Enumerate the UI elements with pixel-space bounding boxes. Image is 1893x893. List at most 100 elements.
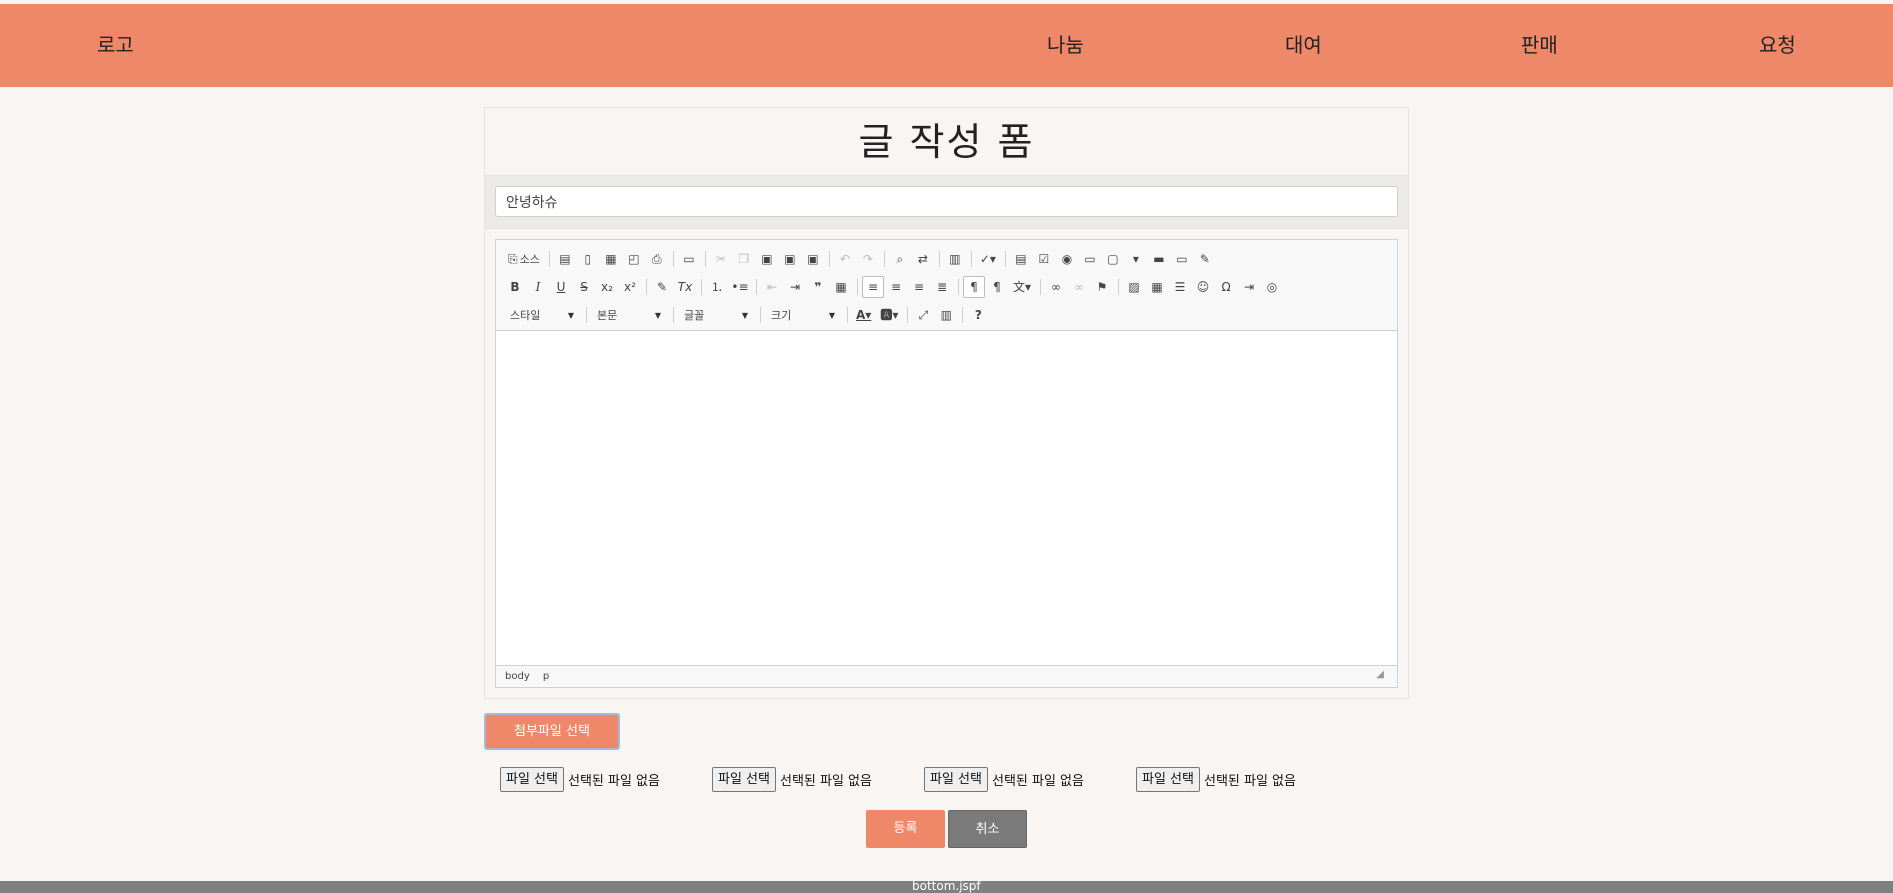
- templates-icon[interactable]: ▦: [600, 248, 622, 270]
- save-icon[interactable]: ▤: [554, 248, 576, 270]
- bulleted-list-icon[interactable]: •≡: [729, 276, 751, 298]
- font-dropdown[interactable]: 글꼴 ▼: [678, 305, 752, 325]
- align-justify-icon[interactable]: ≣: [931, 276, 953, 298]
- special-char-icon[interactable]: Ω: [1215, 276, 1237, 298]
- bold-icon[interactable]: B: [504, 276, 526, 298]
- file-input-3: 파일 선택 선택된 파일 없음: [924, 767, 1084, 792]
- italic-icon[interactable]: I: [527, 276, 549, 298]
- textfield-icon[interactable]: ▭: [1079, 248, 1101, 270]
- align-left-icon[interactable]: ≡: [862, 276, 884, 298]
- bg-color-icon[interactable]: 🅰▾: [876, 304, 902, 326]
- style-dropdown[interactable]: 스타일 ▼: [504, 305, 578, 325]
- align-right-icon[interactable]: ≡: [908, 276, 930, 298]
- find-icon[interactable]: ⌕: [889, 248, 911, 270]
- image-button-icon[interactable]: ▭: [1171, 248, 1193, 270]
- align-center-icon[interactable]: ≡: [885, 276, 907, 298]
- select-field-icon[interactable]: ▾: [1125, 248, 1147, 270]
- table-icon[interactable]: ▦: [1146, 276, 1168, 298]
- image-icon[interactable]: ▨: [1123, 276, 1145, 298]
- format-dropdown[interactable]: 본문 ▼: [591, 305, 665, 325]
- maximize-icon[interactable]: ⤢: [912, 304, 934, 326]
- smiley-icon[interactable]: ☺: [1192, 276, 1214, 298]
- editor-toolbar: ⎘ 소스 ▤ ▯ ▦ ◰ ⎙ ▭ ✂ ❐ ▣ ▣ ▣ ↶ ↷ ⌕ ⇄ ▥ ✓▾ …: [496, 240, 1397, 331]
- rich-text-editor: ⎘ 소스 ▤ ▯ ▦ ◰ ⎙ ▭ ✂ ❐ ▣ ▣ ▣ ↶ ↷ ⌕ ⇄ ▥ ✓▾ …: [495, 239, 1398, 688]
- no-file-label: 선택된 파일 없음: [779, 774, 872, 789]
- textarea-icon[interactable]: ▢: [1102, 248, 1124, 270]
- show-blocks-icon[interactable]: ▥: [935, 304, 957, 326]
- editor-status-bar: body p ◢: [496, 665, 1397, 687]
- nav-request[interactable]: 요청: [1759, 4, 1796, 87]
- path-element-body[interactable]: body: [505, 671, 530, 682]
- undo-icon[interactable]: ↶: [834, 248, 856, 270]
- form-icon[interactable]: ▤: [1010, 248, 1032, 270]
- numbered-list-icon[interactable]: ⒈: [706, 276, 728, 298]
- ltr-icon[interactable]: ¶: [963, 276, 985, 298]
- language-icon[interactable]: 文▾: [1009, 276, 1035, 298]
- nav-rent[interactable]: 대여: [1285, 4, 1322, 87]
- toolbar-separator: [1118, 279, 1120, 295]
- horizontal-line-icon[interactable]: ☰: [1169, 276, 1191, 298]
- source-button[interactable]: ⎘ 소스: [504, 248, 544, 270]
- radio-icon[interactable]: ◉: [1056, 248, 1078, 270]
- rtl-icon[interactable]: ¶: [986, 276, 1008, 298]
- outdent-icon[interactable]: ⇤: [761, 276, 783, 298]
- spellcheck-icon[interactable]: ✓▾: [976, 248, 1000, 270]
- select-all-icon[interactable]: ▥: [944, 248, 966, 270]
- button-field-icon[interactable]: ▬: [1148, 248, 1170, 270]
- print-icon[interactable]: ⎙: [646, 248, 668, 270]
- redo-icon[interactable]: ↷: [857, 248, 879, 270]
- link-icon[interactable]: ∞: [1045, 276, 1067, 298]
- subject-input[interactable]: [495, 186, 1398, 217]
- help-icon[interactable]: ?: [967, 304, 989, 326]
- preview-icon[interactable]: ◰: [623, 248, 645, 270]
- underline-icon[interactable]: U: [550, 276, 572, 298]
- toolbar-separator: [1004, 251, 1006, 267]
- blockquote-icon[interactable]: ❞: [807, 276, 829, 298]
- copy-format-icon[interactable]: ✎: [651, 276, 673, 298]
- toolbar-separator: [704, 251, 706, 267]
- iframe-icon[interactable]: ◎: [1261, 276, 1283, 298]
- editor-content-area[interactable]: [496, 331, 1397, 665]
- subscript-icon[interactable]: x₂: [596, 276, 618, 298]
- choose-file-button[interactable]: 파일 선택: [924, 767, 988, 792]
- indent-icon[interactable]: ⇥: [784, 276, 806, 298]
- strikethrough-icon[interactable]: S: [573, 276, 595, 298]
- toolbar-separator: [962, 307, 964, 323]
- resize-handle-icon[interactable]: ◢: [1376, 664, 1384, 685]
- text-color-icon[interactable]: A▾: [852, 304, 875, 326]
- paste-text-icon[interactable]: ▣: [779, 248, 801, 270]
- toolbar-separator: [756, 279, 757, 295]
- logo-link[interactable]: 로고: [97, 4, 134, 87]
- paste-icon[interactable]: ▣: [756, 248, 778, 270]
- choose-file-button[interactable]: 파일 선택: [500, 767, 564, 792]
- cancel-button[interactable]: 취소: [948, 810, 1027, 848]
- format-dropdown-label: 본문: [597, 309, 618, 322]
- toolbar-separator: [548, 251, 550, 267]
- replace-icon[interactable]: ⇄: [912, 248, 934, 270]
- anchor-icon[interactable]: ⚑: [1091, 276, 1113, 298]
- div-container-icon[interactable]: ▦: [830, 276, 852, 298]
- checkbox-icon[interactable]: ☑: [1033, 248, 1055, 270]
- font-dropdown-label: 글꼴: [684, 309, 705, 322]
- cut-icon[interactable]: ✂: [710, 248, 732, 270]
- page-break-icon[interactable]: ⇥: [1238, 276, 1260, 298]
- path-element-p[interactable]: p: [543, 671, 549, 682]
- remove-format-icon[interactable]: Tx: [674, 276, 696, 298]
- size-dropdown[interactable]: 크기 ▼: [765, 305, 839, 325]
- choose-file-button[interactable]: 파일 선택: [1136, 767, 1200, 792]
- copy-icon[interactable]: ❐: [733, 248, 755, 270]
- toolbar-separator: [938, 251, 940, 267]
- unlink-icon[interactable]: ∞: [1068, 276, 1090, 298]
- nav-share[interactable]: 나눔: [1047, 4, 1084, 87]
- toolbar-separator: [970, 251, 972, 267]
- superscript-icon[interactable]: x²: [619, 276, 641, 298]
- hidden-field-icon[interactable]: ✎: [1194, 248, 1216, 270]
- document-icon[interactable]: ▭: [678, 248, 700, 270]
- paste-word-icon[interactable]: ▣: [802, 248, 824, 270]
- submit-button[interactable]: 등록: [866, 810, 945, 848]
- chevron-down-icon: ▼: [741, 310, 748, 320]
- add-attachment-button[interactable]: 첨부파일 선택: [484, 713, 620, 750]
- nav-sell[interactable]: 판매: [1521, 4, 1558, 87]
- new-page-icon[interactable]: ▯: [577, 248, 599, 270]
- choose-file-button[interactable]: 파일 선택: [712, 767, 776, 792]
